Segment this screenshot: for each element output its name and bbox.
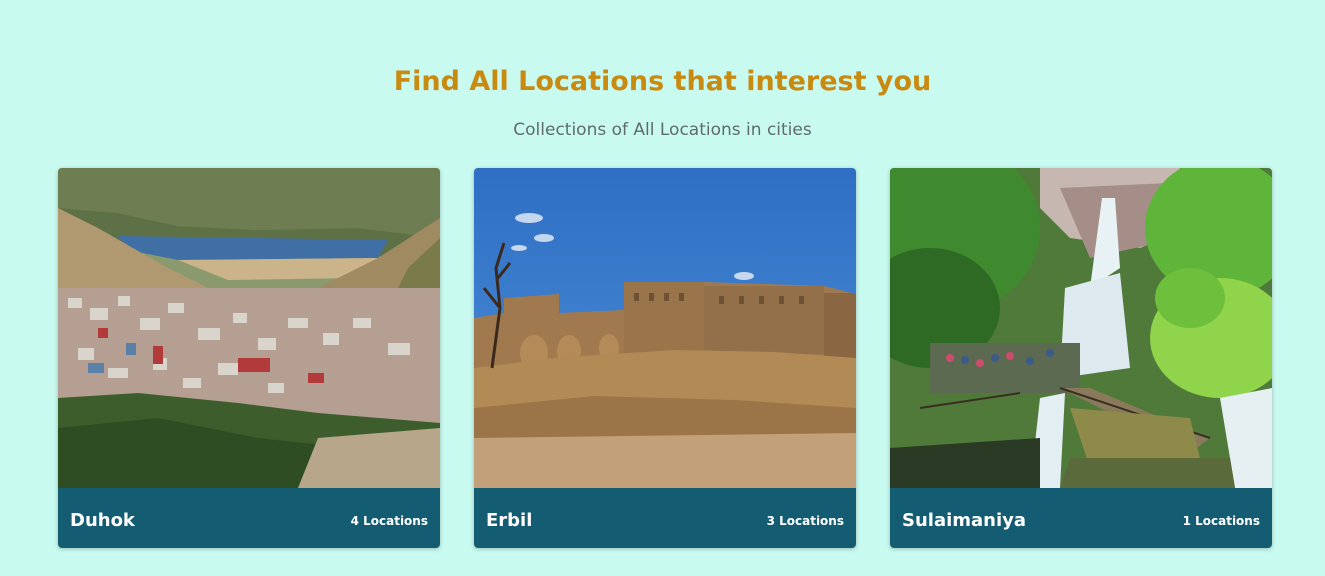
city-card-sulaimaniya[interactable]: Sulaimaniya 1 Locations: [890, 168, 1272, 548]
location-count: 1 Locations: [1182, 514, 1260, 528]
location-count: 4 Locations: [350, 514, 428, 528]
city-name: Erbil: [486, 510, 533, 531]
city-valley-lake-photo: [58, 168, 440, 488]
waterfall-photo: [890, 168, 1272, 488]
city-card-list: Duhok 4 Locations Erbil 3 Locations Sula…: [58, 168, 1273, 548]
page-title: Find All Locations that interest you: [393, 66, 932, 97]
page-subtitle: Collections of All Locations in cities: [513, 120, 812, 140]
city-name: Duhok: [70, 510, 135, 531]
city-card-footer: Duhok 4 Locations: [58, 488, 440, 548]
city-card-erbil[interactable]: Erbil 3 Locations: [474, 168, 856, 548]
city-name: Sulaimaniya: [902, 510, 1027, 531]
page: Find All Locations that interest you Col…: [0, 0, 1325, 576]
city-card-duhok[interactable]: Duhok 4 Locations: [58, 168, 440, 548]
location-count: 3 Locations: [766, 514, 844, 528]
citadel-photo: [474, 168, 856, 488]
city-card-footer: Sulaimaniya 1 Locations: [890, 488, 1272, 548]
city-card-footer: Erbil 3 Locations: [474, 488, 856, 548]
